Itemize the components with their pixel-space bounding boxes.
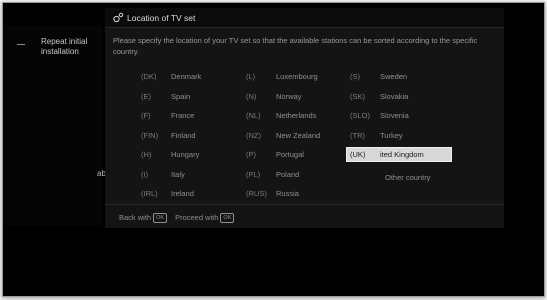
- country-name: Denmark: [171, 72, 202, 81]
- country-code: (SLO): [350, 111, 371, 120]
- country-code: (IRL): [141, 189, 158, 198]
- country-code: (UK): [350, 150, 366, 159]
- country-name: Russia: [276, 189, 299, 198]
- country-code: (L): [246, 72, 256, 81]
- country-code: (DK): [141, 72, 157, 81]
- country-code: (F): [141, 111, 151, 120]
- country-name: France: [171, 111, 195, 120]
- country-name: New Zealand: [276, 130, 321, 140]
- country-name: Poland: [276, 169, 300, 179]
- dialog-description: Please specify the location of your TV s…: [113, 36, 478, 56]
- country-name: Italy: [171, 169, 185, 179]
- side-menu-dash: [17, 44, 25, 45]
- country-code: (N): [246, 91, 257, 101]
- country-code: (S): [350, 72, 360, 81]
- back-hint-label: Back with: [119, 213, 152, 222]
- country-name: Norway: [276, 91, 302, 101]
- footer-divider: [105, 204, 504, 205]
- country-name: Portugal: [276, 150, 304, 159]
- country-code: (NZ): [246, 130, 261, 140]
- dialog-title: Location of TV set: [127, 13, 196, 23]
- country-code: (RUS): [246, 189, 267, 198]
- country-name: Netherlands: [276, 111, 317, 120]
- dialog-footer: Back with OK Proceed with OK: [119, 213, 236, 223]
- country-name: Ireland: [171, 189, 194, 198]
- back-key-icon[interactable]: OK: [153, 213, 168, 223]
- country-name: Finland: [171, 130, 196, 140]
- country-option-other[interactable]: Other country: [385, 173, 430, 182]
- country-name: Slovakia: [380, 91, 409, 101]
- location-pin-icon: [113, 12, 124, 23]
- country-code: (SK): [350, 91, 365, 101]
- country-name: Slovenia: [380, 111, 409, 120]
- country-code: (P): [246, 150, 256, 159]
- country-code: (I): [141, 169, 149, 179]
- country-name: Luxembourg: [276, 72, 318, 81]
- country-name: Hungary: [171, 150, 200, 159]
- country-code: (PL): [246, 169, 261, 179]
- proceed-key-icon[interactable]: OK: [220, 213, 235, 223]
- country-code: (TR): [350, 130, 365, 140]
- proceed-hint-label: Proceed with: [175, 213, 219, 222]
- country-name: ited Kingdom: [380, 150, 424, 159]
- country-name: Sweden: [380, 72, 408, 81]
- country-code: (E): [141, 91, 151, 101]
- dialog-title-bar: Location of TV set: [105, 8, 504, 28]
- location-dialog: Location of TV set Please specify the lo…: [105, 8, 504, 228]
- country-code: (H): [141, 150, 152, 159]
- side-menu-item-repeat-installation[interactable]: Repeat initial installation: [41, 37, 103, 57]
- side-menu: Repeat initial installation t able: [3, 25, 112, 225]
- country-code: (FIN): [141, 130, 159, 140]
- country-name: Turkey: [380, 130, 403, 140]
- tv-screen: Repeat initial installation t able Locat…: [2, 2, 545, 297]
- country-code: (NL): [246, 111, 261, 120]
- country-name: Spain: [171, 91, 191, 101]
